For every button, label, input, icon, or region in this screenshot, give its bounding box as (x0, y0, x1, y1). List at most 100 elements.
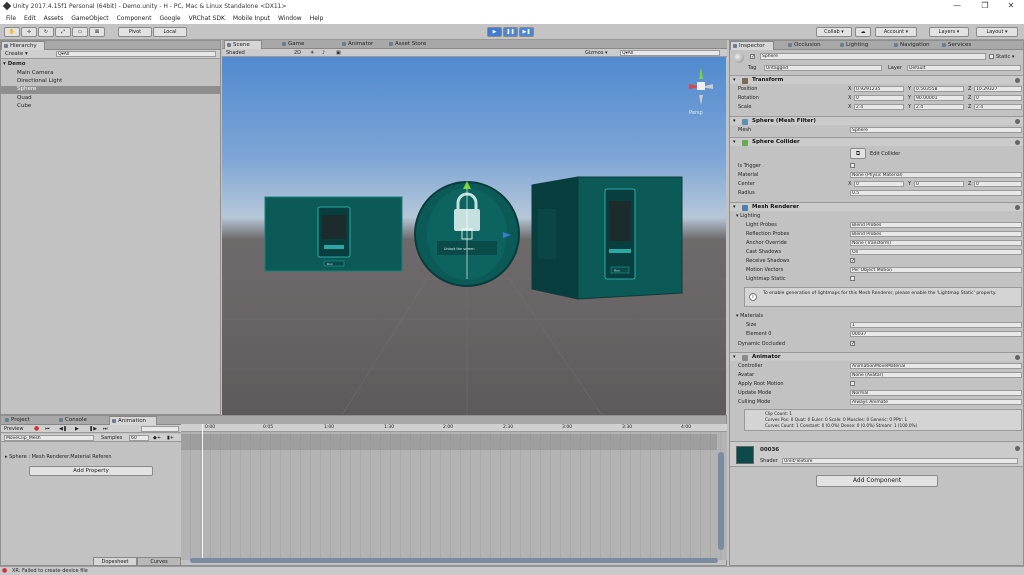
gear-icon[interactable] (1015, 119, 1020, 124)
collapse-arrow-icon[interactable]: ▾ (733, 138, 736, 147)
scene-root[interactable]: ▾ Demo (3, 61, 26, 67)
animated-property-row[interactable]: ▸ Sphere : Mesh Renderer.Material Refere… (5, 454, 112, 460)
samples-input[interactable]: 60 (129, 435, 149, 441)
menu-vrchat-sdk[interactable]: VRChat SDK (189, 15, 225, 22)
layout-dropdown[interactable]: Layout ▾ (976, 27, 1018, 37)
rotation-y-input[interactable]: 90.00001 (914, 95, 964, 101)
gear-icon[interactable] (1015, 446, 1020, 451)
element-0-field[interactable]: 00037 (850, 331, 1022, 337)
lighting-toggle-icon[interactable]: ☀ (310, 50, 314, 56)
layer-dropdown[interactable]: Default (907, 65, 1021, 71)
record-icon[interactable]: ● (34, 425, 39, 432)
layers-dropdown[interactable]: Layers ▾ (929, 27, 969, 37)
is-trigger-checkbox[interactable] (850, 163, 855, 168)
minimize-button[interactable]: — (944, 0, 970, 12)
tab-inspector[interactable]: Inspector (730, 41, 774, 50)
list-item[interactable]: Quad (17, 95, 32, 101)
scale-tool-icon[interactable]: ⤢ (55, 27, 71, 37)
mesh-filter-header[interactable]: ▾ Sphere (Mesh Filter) (730, 116, 1023, 125)
tab-hierarchy[interactable]: Hierarchy (1, 41, 45, 50)
lighting-foldout[interactable]: ▾ Lighting (736, 213, 760, 219)
gear-icon[interactable] (1015, 78, 1020, 83)
mesh-field[interactable]: Sphere (850, 127, 1022, 133)
move-tool-icon[interactable]: ✛ (21, 27, 37, 37)
rect-tool-icon[interactable]: ▭ (72, 27, 88, 37)
menu-component[interactable]: Component (117, 15, 152, 22)
effects-toggle-icon[interactable]: ▣ (336, 50, 341, 56)
collapse-arrow-icon[interactable]: ▾ (733, 203, 736, 212)
animator-header[interactable]: ▾ Animator (730, 352, 1023, 361)
timeline-horizontal-scrollbar[interactable] (190, 558, 718, 563)
dynamic-occluded-checkbox[interactable]: ✓ (850, 341, 855, 347)
anchor-override-field[interactable]: None (Transform) (850, 240, 1022, 246)
scene-view[interactable]: Run Unlock the screen Run Persp (222, 49, 726, 415)
menu-file[interactable]: File (6, 15, 16, 22)
sphere-collider-header[interactable]: ▾ Sphere Collider (730, 137, 1023, 146)
gizmos-dropdown[interactable]: Gizmos ▾ (585, 50, 608, 56)
2d-toggle[interactable]: 2D (294, 50, 301, 56)
menu-edit[interactable]: Edit (24, 15, 36, 22)
hand-tool-icon[interactable]: ✋ (4, 27, 20, 37)
gear-icon[interactable] (1015, 355, 1020, 360)
light-probes-dropdown[interactable]: Blend Probes (850, 222, 1022, 228)
cast-shadows-dropdown[interactable]: On (850, 249, 1022, 255)
expand-arrow-icon[interactable]: ▸ (5, 454, 8, 460)
summary-track[interactable] (181, 434, 717, 450)
audio-toggle-icon[interactable]: ♪ (322, 50, 325, 56)
tab-game[interactable]: Game (280, 40, 314, 49)
receive-shadows-checkbox[interactable]: ✓ (850, 258, 855, 264)
play-button[interactable]: ▶ (487, 27, 502, 37)
tab-lighting[interactable]: Lighting (838, 41, 880, 50)
add-property-button[interactable]: Add Property (29, 466, 153, 476)
active-checkbox[interactable]: ✓ (750, 54, 755, 60)
motion-vectors-dropdown[interactable]: Per Object Motion (850, 267, 1022, 273)
edit-collider-label[interactable]: Edit Collider (870, 151, 900, 157)
gear-icon[interactable] (1015, 140, 1020, 145)
account-dropdown[interactable]: Account ▾ (875, 27, 917, 37)
play-animation-icon[interactable]: ▶ (75, 426, 79, 432)
controller-field[interactable]: AnimationMoveMaterial (850, 363, 1022, 369)
tab-animator[interactable]: Animator (340, 40, 384, 49)
position-y-input[interactable]: 0.503558 (914, 86, 964, 92)
step-button[interactable]: ▶❚ (519, 27, 534, 37)
transform-header[interactable]: ▾ Transform (730, 75, 1023, 84)
pivot-toggle[interactable]: Pivot (118, 27, 152, 37)
materials-foldout[interactable]: ▾ Materials (736, 313, 763, 319)
last-key-icon[interactable]: ⏭ (103, 426, 108, 432)
collapse-arrow-icon[interactable]: ▾ (733, 76, 736, 85)
shading-dropdown[interactable]: Shaded (226, 50, 245, 56)
preview-toggle[interactable]: Preview (4, 426, 23, 432)
position-x-input[interactable]: 0.9291235 (854, 86, 904, 92)
menu-google[interactable]: Google (159, 15, 180, 22)
dopesheet-area[interactable] (181, 432, 727, 560)
maximize-button[interactable]: ❐ (972, 0, 998, 12)
list-item[interactable]: Main Camera (17, 70, 53, 76)
menu-help[interactable]: Help (310, 15, 324, 22)
collapse-arrow-icon[interactable]: ▾ (733, 117, 736, 126)
radius-input[interactable]: 0.5 (850, 190, 1022, 196)
center-z-input[interactable]: 0 (974, 181, 1022, 187)
tab-services[interactable]: Services (940, 41, 980, 50)
materials-size-input[interactable]: 1 (850, 322, 1022, 328)
tab-occlusion[interactable]: Occlusion (786, 41, 832, 50)
status-message[interactable]: XR: Failed to create device file (12, 568, 88, 574)
edit-collider-icon[interactable]: ⧉ (850, 148, 866, 159)
sphere-object[interactable]: Unlock the screen (414, 181, 520, 287)
menu-window[interactable]: Window (278, 15, 302, 22)
menu-gameobject[interactable]: GameObject (71, 15, 108, 22)
shader-dropdown[interactable]: Unlit/Texture (782, 458, 1018, 464)
pause-button[interactable]: ❚❚ (503, 27, 518, 37)
tag-dropdown[interactable]: Untagged (764, 65, 882, 71)
cube-object[interactable]: Run (531, 176, 683, 300)
list-item[interactable]: Directional Light (17, 78, 62, 84)
tab-animation[interactable]: Animation (109, 416, 157, 425)
collab-dropdown[interactable]: Collab ▾ (816, 27, 852, 37)
tab-curves[interactable]: Curves (137, 557, 181, 566)
tab-scene[interactable]: Scene (224, 40, 262, 49)
rotate-tool-icon[interactable]: ↻ (38, 27, 54, 37)
scale-y-input[interactable]: 2.4 (914, 104, 964, 110)
quad-object[interactable]: Run (264, 196, 403, 272)
update-mode-dropdown[interactable]: Normal (850, 390, 1022, 396)
list-item[interactable]: Sphere (17, 86, 36, 92)
rotation-x-input[interactable]: 0 (854, 95, 904, 101)
